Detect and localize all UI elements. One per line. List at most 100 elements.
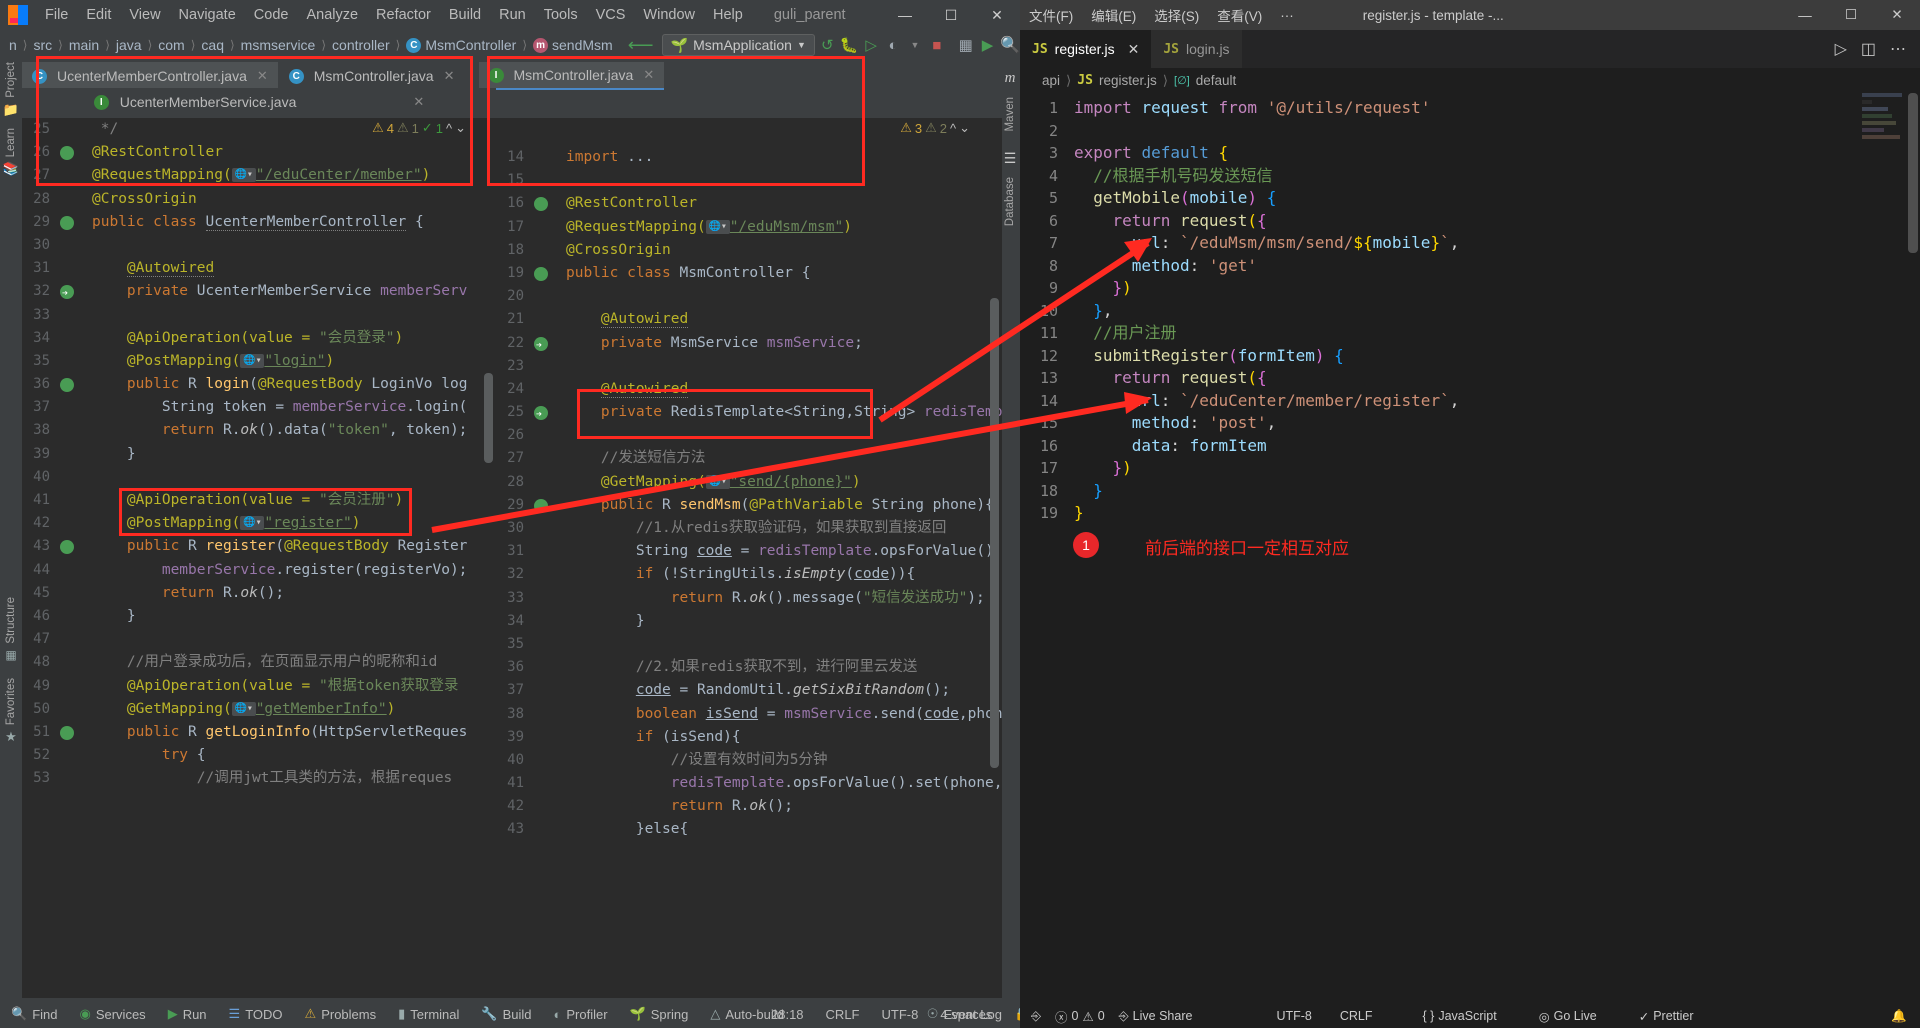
gutter[interactable]	[530, 749, 566, 772]
next-problem-icon[interactable]: ⌄	[455, 120, 466, 136]
menu-tools[interactable]: Tools	[535, 4, 587, 26]
gutter[interactable]	[56, 628, 92, 651]
left-inspection-widget[interactable]: ⚠ 4 ⚠ 1 ✓ 1 ^ ⌄	[372, 120, 466, 136]
close-icon[interactable]: ✕	[257, 68, 268, 84]
breadcrumb-controller[interactable]: controller	[327, 37, 395, 53]
maximize-button[interactable]: ☐	[1828, 0, 1874, 30]
chevron-down-icon[interactable]: ▼	[905, 34, 924, 56]
vscode-code-lines[interactable]: 1import request from '@/utils/request'2 …	[1020, 93, 1920, 525]
gutter[interactable]	[530, 262, 566, 285]
gutter[interactable]	[56, 582, 92, 605]
sidebar-item-learn[interactable]: Learn	[5, 128, 17, 157]
gutter[interactable]	[530, 494, 566, 517]
status-run[interactable]: ▶ Run	[157, 1006, 218, 1022]
gutter[interactable]	[530, 610, 566, 633]
gutter[interactable]	[530, 517, 566, 540]
caret-position[interactable]: 28:18	[760, 1007, 815, 1022]
gutter[interactable]	[530, 471, 566, 494]
sidebar-item-structure[interactable]: Structure	[5, 597, 17, 644]
breadcrumb-method[interactable]: m sendMsm	[528, 37, 618, 53]
status-go-live[interactable]: ◎ Go Live	[1532, 1009, 1604, 1024]
gutter[interactable]	[56, 512, 92, 535]
middle-scrollbar[interactable]	[990, 298, 999, 768]
run-with-coverage-icon[interactable]: ▷	[862, 34, 881, 56]
gutter[interactable]	[56, 698, 92, 721]
gutter[interactable]	[530, 146, 566, 169]
status-profiler[interactable]: ◐ Profiler	[543, 1007, 619, 1022]
gutter[interactable]	[530, 703, 566, 726]
breadcrumb-file[interactable]: register.js	[1099, 73, 1157, 88]
close-icon[interactable]: ✕	[413, 94, 424, 110]
gutter[interactable]	[56, 559, 92, 582]
breadcrumb-api[interactable]: api	[1042, 73, 1060, 88]
gutter[interactable]	[56, 419, 92, 442]
run-icon[interactable]: ▶	[978, 34, 997, 56]
left-code-editor[interactable]: ⚠ 4 ⚠ 1 ✓ 1 ^ ⌄ 25 */26@RestController27…	[22, 118, 496, 998]
editor-tab-msmcontroller-1[interactable]: C MsmController.java ✕	[279, 62, 465, 90]
status-prettier[interactable]: ✓ Prettier	[1632, 1009, 1701, 1024]
gutter[interactable]	[530, 401, 566, 424]
menu-navigate[interactable]: Navigate	[170, 4, 245, 26]
back-arrow-icon[interactable]: ⟵	[630, 34, 652, 56]
gutter[interactable]	[530, 563, 566, 586]
close-icon[interactable]: ✕	[444, 68, 455, 84]
sidebar-item-database[interactable]: Database	[1004, 177, 1016, 226]
breadcrumb-main[interactable]: main	[64, 37, 104, 53]
file-encoding[interactable]: UTF-8	[871, 1007, 930, 1022]
menu-edit[interactable]: Edit	[77, 4, 120, 26]
gutter[interactable]	[530, 447, 566, 470]
gutter[interactable]	[56, 234, 92, 257]
status-problems[interactable]: ⚠ Problems	[294, 1006, 388, 1022]
editor-tab-ucentermembercontroller[interactable]: C UcenterMemberController.java ✕	[22, 62, 278, 90]
gutter[interactable]	[56, 350, 92, 373]
gutter[interactable]	[56, 744, 92, 767]
indent-setting[interactable]: 4 spaces	[929, 1007, 1003, 1022]
gutter[interactable]	[530, 216, 566, 239]
vs-menu-view[interactable]: 查看(V)	[1208, 5, 1271, 25]
gutter[interactable]	[530, 587, 566, 610]
status-encoding[interactable]: UTF-8	[1269, 1009, 1318, 1023]
menu-window[interactable]: Window	[634, 4, 704, 26]
breadcrumb-caq[interactable]: caq	[196, 37, 229, 53]
breadcrumb-src[interactable]: src	[28, 37, 57, 53]
status-services[interactable]: ◉ Services	[68, 1006, 156, 1022]
sync-icon[interactable]: ↺	[818, 34, 837, 56]
close-button[interactable]: ✕	[974, 0, 1020, 30]
gutter[interactable]	[530, 169, 566, 192]
menu-run[interactable]: Run	[490, 4, 535, 26]
close-icon[interactable]: ✕	[1128, 41, 1140, 58]
breadcrumb-java[interactable]: java	[111, 37, 147, 53]
gutter[interactable]	[530, 355, 566, 378]
status-todo[interactable]: ☰ TODO	[218, 1006, 294, 1022]
editor-tab-msmcontroller-2[interactable]: I MsmController.java ✕	[479, 62, 665, 90]
gutter[interactable]	[56, 257, 92, 280]
breadcrumb-com[interactable]: com	[153, 37, 189, 53]
gutter[interactable]	[56, 327, 92, 350]
search-icon[interactable]: 🔍	[1000, 34, 1020, 56]
status-find[interactable]: 🔍 Find	[0, 1006, 68, 1022]
vs-menu-more[interactable]: ···	[1271, 8, 1303, 23]
more-actions-icon[interactable]: ⋯	[1890, 39, 1906, 59]
vscode-minimap[interactable]	[1862, 93, 1908, 223]
gutter[interactable]	[530, 285, 566, 308]
gutter[interactable]	[530, 378, 566, 401]
line-separator[interactable]: CRLF	[815, 1007, 871, 1022]
gutter[interactable]	[530, 192, 566, 215]
gutter[interactable]	[56, 304, 92, 327]
layout-icon[interactable]: ▦	[956, 34, 975, 56]
breadcrumb-symbol[interactable]: default	[1196, 73, 1237, 88]
status-language-mode[interactable]: { } JavaScript	[1416, 1009, 1504, 1023]
menu-refactor[interactable]: Refactor	[367, 4, 440, 26]
prev-problem-icon[interactable]: ^	[950, 121, 956, 136]
gutter[interactable]	[56, 164, 92, 187]
menu-analyze[interactable]: Analyze	[297, 4, 367, 26]
notifications-bell-icon[interactable]: 🔔	[1884, 1009, 1914, 1024]
status-live-share[interactable]: ⎆ Live Share	[1112, 1009, 1200, 1024]
breadcrumb-root[interactable]: n	[4, 37, 22, 53]
gutter[interactable]	[56, 141, 92, 164]
gutter[interactable]	[56, 443, 92, 466]
close-icon[interactable]: ✕	[643, 67, 654, 83]
gutter[interactable]	[530, 308, 566, 331]
sidebar-item-favorites[interactable]: Favorites	[5, 678, 17, 725]
vs-tab-register-js[interactable]: JS register.js ✕	[1020, 30, 1151, 68]
